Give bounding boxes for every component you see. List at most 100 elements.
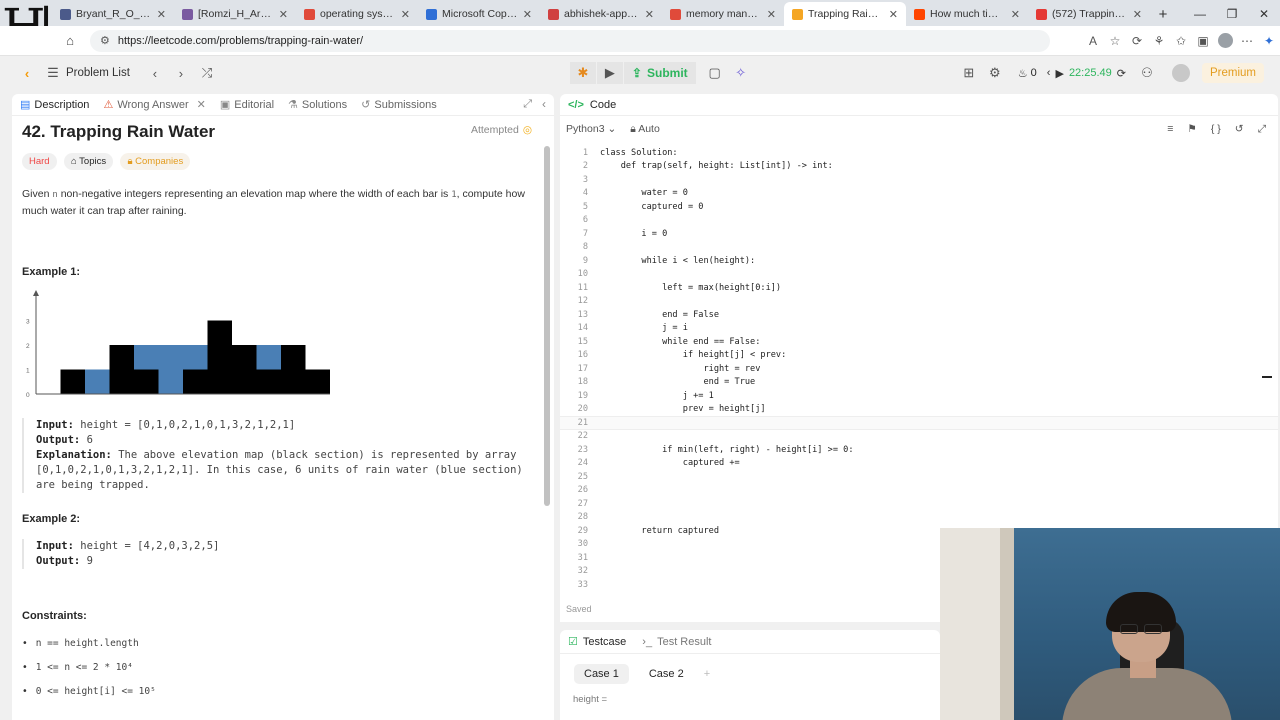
- close-icon[interactable]: ✕: [197, 98, 206, 111]
- browser-tab-6[interactable]: Trapping Rain Wat ✕: [784, 2, 906, 26]
- fullscreen-icon[interactable]: ⤢: [1258, 123, 1266, 136]
- braces-icon[interactable]: { }: [1211, 123, 1221, 135]
- collapse-panel-icon[interactable]: ‹: [542, 97, 546, 111]
- description-scrollbar[interactable]: [544, 146, 550, 506]
- companies-badge[interactable]: 🔒︎ Companies: [120, 153, 191, 170]
- read-aloud-icon[interactable]: A: [1082, 34, 1104, 48]
- notes-icon[interactable]: ▢: [702, 65, 728, 81]
- refresh-icon[interactable]: ⟳: [1126, 34, 1148, 48]
- browser-tab-2[interactable]: operating system ✕: [296, 2, 418, 26]
- code-editor[interactable]: 1 class Solution: 2 def trap(self, height:…: [560, 146, 1278, 592]
- code-line[interactable]: 7 i = 0: [560, 227, 1278, 241]
- code-line[interactable]: 1 class Solution:: [560, 146, 1278, 160]
- ai-assist-icon[interactable]: ✧: [728, 65, 754, 81]
- browser-tab-0[interactable]: Bryant_R_O_39_H ✕: [52, 2, 174, 26]
- code-line[interactable]: 23 if min(left, right) - height[i] >= 0:: [560, 443, 1278, 457]
- code-line[interactable]: 25: [560, 470, 1278, 484]
- tab-submissions[interactable]: ↺ Submissions: [361, 98, 437, 112]
- tab-solutions[interactable]: ⚗ Solutions: [288, 98, 347, 112]
- browser-tab-4[interactable]: abhishek-appendi ✕: [540, 2, 662, 26]
- browser-tab-7[interactable]: How much time to ✕: [906, 2, 1028, 26]
- collections-icon[interactable]: ▣: [1192, 34, 1214, 48]
- favorite-star-icon[interactable]: ☆: [1104, 34, 1126, 48]
- leetcode-logo-icon[interactable]: ‹: [14, 66, 40, 81]
- tab-close-icon[interactable]: ✕: [279, 8, 288, 21]
- favorites-icon[interactable]: ✩: [1170, 34, 1192, 48]
- tab-close-icon[interactable]: ✕: [157, 8, 166, 21]
- code-line[interactable]: 18 end = True: [560, 376, 1278, 390]
- tab-close-icon[interactable]: ✕: [401, 8, 410, 21]
- shuffle-icon[interactable]: ⤮: [194, 65, 220, 81]
- code-line[interactable]: 13 end = False: [560, 308, 1278, 322]
- prev-problem-icon[interactable]: ‹: [142, 66, 168, 81]
- code-line[interactable]: 10: [560, 268, 1278, 282]
- settings-gear-icon[interactable]: ⚙: [982, 65, 1008, 81]
- home-icon[interactable]: ⌂: [58, 33, 82, 48]
- copilot-icon[interactable]: ✦: [1258, 34, 1280, 48]
- user-avatar[interactable]: [1171, 64, 1190, 82]
- restore-button[interactable]: ❐: [1216, 2, 1248, 26]
- code-line[interactable]: 4 water = 0: [560, 187, 1278, 201]
- code-line[interactable]: 22: [560, 430, 1278, 444]
- tab-description[interactable]: ▤ Description: [20, 98, 89, 112]
- timer[interactable]: ‹ ▶ 22:25.49 ⟳: [1047, 67, 1126, 80]
- profile-avatar[interactable]: [1214, 33, 1236, 48]
- code-line[interactable]: 2 def trap(self, height: List[int]) -> i…: [560, 160, 1278, 174]
- code-line[interactable]: 15 while end == False:: [560, 335, 1278, 349]
- bookmark-icon[interactable]: ⚑: [1187, 123, 1196, 135]
- tab-wrong-answer[interactable]: ⚠ Wrong Answer ✕: [103, 98, 206, 112]
- code-line[interactable]: 5 captured = 0: [560, 200, 1278, 214]
- code-line[interactable]: 8: [560, 241, 1278, 255]
- add-case-button[interactable]: +: [704, 668, 710, 680]
- code-line[interactable]: 12: [560, 295, 1278, 309]
- code-line[interactable]: 11 left = max(height[0:i]): [560, 281, 1278, 295]
- tab-close-icon[interactable]: ✕: [767, 8, 776, 21]
- auto-mode[interactable]: 🔒︎ Auto: [630, 123, 660, 136]
- submit-button[interactable]: ⇪ Submit: [623, 62, 696, 84]
- tab-testcase[interactable]: ☑ Testcase: [568, 635, 626, 649]
- code-line[interactable]: 28: [560, 511, 1278, 525]
- run-icon[interactable]: ▶: [596, 62, 623, 84]
- code-line[interactable]: 21: [560, 416, 1278, 430]
- code-line[interactable]: 24 captured +=: [560, 457, 1278, 471]
- code-line[interactable]: 26: [560, 484, 1278, 498]
- language-select[interactable]: Python3 ⌄: [566, 123, 616, 135]
- topics-badge[interactable]: ⌂ Topics: [63, 153, 114, 170]
- tab-editorial[interactable]: ▣ Editorial: [220, 98, 274, 112]
- browser-tab-3[interactable]: Microsoft Copilot ✕: [418, 2, 540, 26]
- extensions-icon[interactable]: ⚘: [1148, 34, 1170, 48]
- tab-close-icon[interactable]: ✕: [523, 8, 532, 21]
- next-problem-icon[interactable]: ›: [168, 66, 194, 81]
- more-icon[interactable]: ⋯: [1236, 34, 1258, 48]
- minimize-button[interactable]: —: [1184, 2, 1216, 26]
- format-icon[interactable]: ≡: [1167, 123, 1173, 135]
- browser-tab-8[interactable]: (572) Trapping Rai ✕: [1028, 2, 1150, 26]
- code-line[interactable]: 17 right = rev: [560, 362, 1278, 376]
- new-tab-button[interactable]: +: [1150, 2, 1176, 26]
- tab-close-icon[interactable]: ✕: [645, 8, 654, 21]
- code-line[interactable]: 3: [560, 173, 1278, 187]
- tab-close-icon[interactable]: ✕: [1133, 8, 1142, 21]
- premium-button[interactable]: Premium: [1201, 63, 1264, 83]
- difficulty-badge[interactable]: Hard: [22, 153, 57, 170]
- debug-icon[interactable]: ✱: [569, 62, 596, 84]
- code-line[interactable]: 14 j = i: [560, 322, 1278, 336]
- code-line[interactable]: 19 j += 1: [560, 389, 1278, 403]
- code-line[interactable]: 16 if height[j] < prev:: [560, 349, 1278, 363]
- code-line[interactable]: 27: [560, 497, 1278, 511]
- site-info-icon[interactable]: ⚙: [100, 34, 110, 47]
- layout-icon[interactable]: ⊞: [956, 65, 982, 81]
- problem-list-link[interactable]: Problem List: [66, 67, 130, 79]
- url-field[interactable]: ⚙ https://leetcode.com/problems/trapping…: [90, 29, 1050, 52]
- tab-close-icon[interactable]: ✕: [889, 8, 898, 21]
- expand-panel-icon[interactable]: ⤢: [523, 98, 532, 111]
- streak-counter[interactable]: ♨ 0: [1018, 67, 1037, 80]
- case-1-tab[interactable]: Case 1: [574, 664, 629, 684]
- browser-tab-1[interactable]: [Romzi_H_Arpaci-D ✕: [174, 2, 296, 26]
- case-2-tab[interactable]: Case 2: [639, 664, 694, 684]
- code-line[interactable]: 9 while i < len(height):: [560, 254, 1278, 268]
- tab-close-icon[interactable]: ✕: [1011, 8, 1020, 21]
- close-window-button[interactable]: ✕: [1248, 2, 1280, 26]
- code-line[interactable]: 20 prev = height[j]: [560, 403, 1278, 417]
- problem-list-icon[interactable]: ☰: [40, 65, 66, 81]
